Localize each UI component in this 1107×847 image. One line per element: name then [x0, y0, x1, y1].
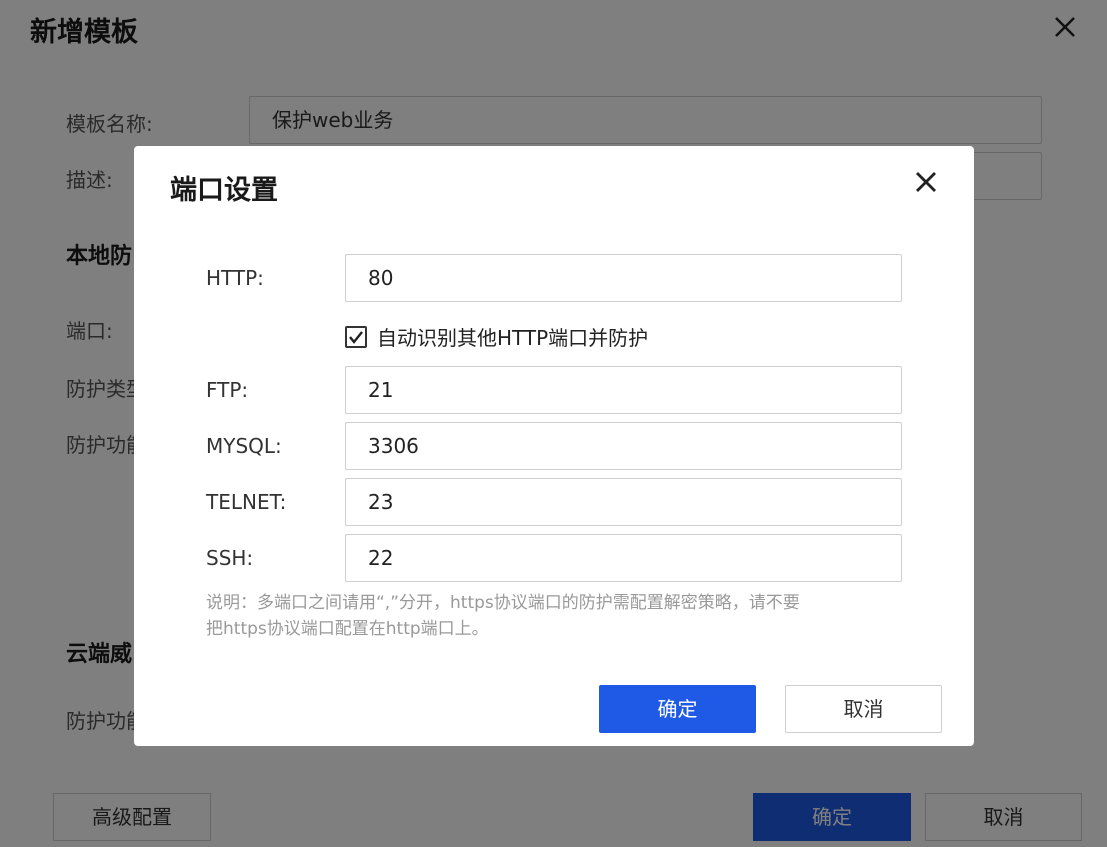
close-icon[interactable]: [910, 166, 942, 198]
http-label: HTTP:: [206, 266, 264, 290]
note-line-2: 把https协议端口配置在http端口上。: [206, 619, 489, 639]
ssh-port-input[interactable]: [345, 534, 902, 582]
auto-detect-http-checkbox-row[interactable]: 自动识别其他HTTP端口并防护: [345, 322, 648, 351]
telnet-label: TELNET:: [206, 490, 287, 514]
port-settings-modal: 端口设置 HTTP: 自动识别其他HTTP端口并防护 FTP: MYSQL: T…: [134, 146, 974, 746]
auto-detect-label: 自动识别其他HTTP端口并防护: [377, 326, 649, 350]
checkmark-icon: [349, 330, 363, 344]
ftp-label: FTP:: [206, 378, 249, 402]
modal-confirm-button[interactable]: 确定: [599, 685, 756, 733]
mysql-port-input[interactable]: [345, 422, 902, 470]
mysql-label: MYSQL:: [206, 434, 282, 458]
modal-title: 端口设置: [170, 175, 278, 206]
telnet-port-input[interactable]: [345, 478, 902, 526]
checkbox[interactable]: [345, 325, 367, 348]
port-note: 说明：多端口之间请用“,”分开，https协议端口的防护需配置解密策略，请不要 …: [206, 590, 906, 642]
modal-cancel-button[interactable]: 取消: [785, 685, 942, 733]
note-line-1: 说明：多端口之间请用“,”分开，https协议端口的防护需配置解密策略，请不要: [206, 593, 800, 613]
http-port-input[interactable]: [345, 254, 902, 302]
ftp-port-input[interactable]: [345, 366, 902, 414]
ssh-label: SSH:: [206, 546, 254, 570]
